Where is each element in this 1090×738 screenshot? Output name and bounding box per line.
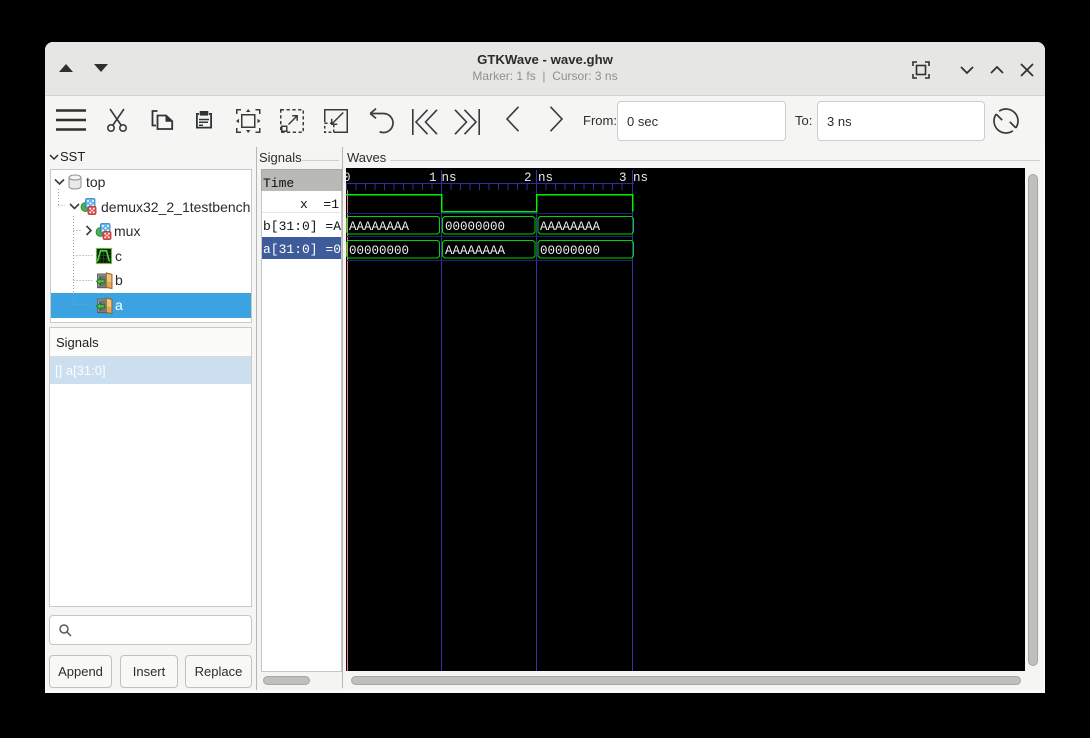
svg-text:ns: ns [538, 171, 553, 185]
svg-text:ns: ns [442, 171, 457, 185]
svg-text:AAAAAAAA: AAAAAAAA [540, 220, 601, 234]
svg-text:3: 3 [619, 171, 627, 185]
svg-text:1: 1 [429, 171, 437, 185]
svg-text:ns: ns [633, 171, 648, 185]
svg-text:0: 0 [346, 171, 351, 185]
svg-text:00000000: 00000000 [540, 244, 600, 258]
svg-text:AAAAAAAA: AAAAAAAA [445, 244, 506, 258]
svg-text:00000000: 00000000 [349, 244, 409, 258]
svg-text:AAAAAAAA: AAAAAAAA [349, 220, 410, 234]
svg-text:2: 2 [524, 171, 532, 185]
svg-text:00000000: 00000000 [445, 220, 505, 234]
